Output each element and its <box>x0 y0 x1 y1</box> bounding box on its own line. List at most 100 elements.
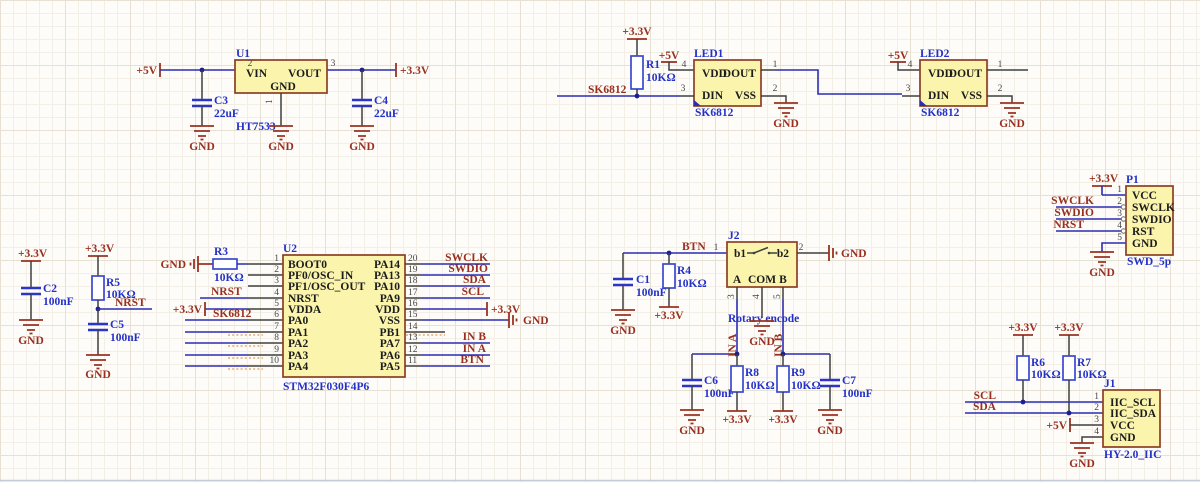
capacitor-symbol[interactable] <box>192 100 212 106</box>
power-port-3v3-u1[interactable]: +3.3V <box>396 63 430 77</box>
designator: J1 <box>1104 378 1116 390</box>
capacitor-c5[interactable]: C5 100nF <box>88 309 141 355</box>
gnd-symbol-c1[interactable]: GND <box>610 310 636 337</box>
gnd-symbol-led1[interactable]: GND <box>773 103 799 130</box>
net-label-btn: BTN <box>460 354 484 366</box>
power-port-3v3-u2vdd[interactable]: +3.3V <box>487 302 521 316</box>
wire-dout-to-din[interactable] <box>776 70 902 94</box>
gnd-label: GND <box>18 335 44 347</box>
pin-name-b: B <box>779 274 787 286</box>
mcu-u2[interactable]: U2 STM32F030F4P6 1 2 3 4 5 6 7 8 9 10 BO… <box>270 243 418 393</box>
pin-name: SWCLK <box>1132 202 1175 214</box>
power-label: +3.3V <box>173 304 203 316</box>
resistor-symbol[interactable] <box>213 259 237 269</box>
gnd-symbol-led2[interactable]: GND <box>999 103 1025 130</box>
capacitor-c2[interactable]: C2 100nF <box>21 261 74 320</box>
resistor-symbol[interactable] <box>777 366 789 392</box>
gnd-bars <box>1070 443 1094 457</box>
pin-number: 5 <box>1117 233 1122 243</box>
net-label-nrst: NRST <box>115 297 146 309</box>
gnd-symbol-c7[interactable]: GND <box>817 410 843 437</box>
net-label-btn: BTN <box>682 241 706 253</box>
pin-name: VCC <box>1110 420 1135 432</box>
designator: C6 <box>704 375 718 387</box>
power-port-5v-led1[interactable]: +5V <box>659 50 694 70</box>
capacitor-c7[interactable]: C7 100nF <box>820 354 873 410</box>
pin-number: 11 <box>408 356 417 366</box>
power-port-3v3-r7[interactable]: +3.3V <box>1054 322 1084 335</box>
power-port-5v-u1[interactable]: +5V <box>136 63 160 77</box>
connector-j1[interactable]: J1 1 2 3 4 IIC_SCL IIC_SDA VCC GND HY-2.… <box>1094 378 1161 461</box>
capacitor-symbol[interactable] <box>88 324 108 330</box>
gnd-symbol-j2com[interactable]: GND <box>749 321 775 348</box>
power-port-3v3-u2vdda[interactable]: +3.3V <box>173 302 205 316</box>
gnd-symbol-p1[interactable]: GND <box>1089 252 1115 279</box>
resistor-symbol[interactable] <box>663 264 675 288</box>
power-port-3v3-r9[interactable]: +3.3V <box>768 411 798 426</box>
power-label: +3.3V <box>1089 173 1119 185</box>
encoder-j2[interactable]: J2 1 2 b1 b2 A COM B 3 4 5 Rotary encode <box>714 230 804 325</box>
value: 22uF <box>374 108 399 120</box>
gnd-symbol-c2[interactable]: GND <box>18 320 44 347</box>
led2-sk6812[interactable]: LED2 VDD DOUT DIN VSS 4 3 1 2 SK6812 <box>906 48 1003 119</box>
resistor-symbol[interactable] <box>1017 356 1029 380</box>
regulator-u1[interactable]: U1 VIN VOUT GND 2 3 1 HT7533 <box>235 48 336 133</box>
capacitor-c4[interactable]: C4 22uF <box>352 70 399 126</box>
led1-sk6812[interactable]: LED1 VDD DOUT DIN VSS 4 3 1 2 SK6812 <box>681 48 778 119</box>
gnd-symbol-j2[interactable]: GND <box>829 245 867 261</box>
power-port-3v3-r8[interactable]: +3.3V <box>722 411 752 426</box>
gnd-label: GND <box>189 141 215 153</box>
pin-dot <box>1121 205 1125 209</box>
pin-dot <box>1121 229 1125 233</box>
capacitor-c6[interactable]: C6 100nF <box>682 354 735 410</box>
value: 100nF <box>110 332 141 344</box>
gnd-label: GND <box>610 325 636 337</box>
power-port-3v3-r1[interactable]: +3.3V <box>622 26 652 39</box>
capacitor-c1[interactable]: C1 100nF <box>613 253 667 310</box>
pin-name-din: DIN <box>702 90 724 102</box>
gnd-symbol-c5[interactable]: GND <box>85 355 111 381</box>
pin-number: 4 <box>752 294 762 299</box>
capacitor-symbol[interactable] <box>21 288 41 294</box>
connector-p1[interactable]: P1 1 2 3 4 5 VCC SWCLK SWDIO RST GND SWD… <box>1117 174 1175 268</box>
resistor-symbol[interactable] <box>731 366 743 392</box>
gnd-symbol-c3[interactable]: GND <box>189 126 215 153</box>
power-port-3v3-r6[interactable]: +3.3V <box>1008 322 1038 335</box>
designator: U2 <box>283 243 297 255</box>
wire[interactable] <box>1102 243 1126 252</box>
capacitor-symbol[interactable] <box>352 100 372 106</box>
pin-number: 4 <box>274 288 279 298</box>
power-port-3v3-r4[interactable]: +3.3V <box>654 307 684 322</box>
resistor-symbol[interactable] <box>1063 356 1075 380</box>
pin-number: 13 <box>408 333 418 343</box>
pin-number: 20 <box>408 254 418 264</box>
capacitor-symbol[interactable] <box>820 380 840 386</box>
capacitor-symbol[interactable] <box>682 380 702 386</box>
resistor-r3[interactable]: R3 10KΩ <box>213 246 244 284</box>
part-name: SK6812 <box>921 107 960 119</box>
resistor-r8[interactable]: R8 10KΩ <box>731 354 775 411</box>
pin-number: 1 <box>1117 185 1122 195</box>
gnd-symbol-r3[interactable]: GND <box>160 256 213 272</box>
resistor-r9[interactable]: R9 10KΩ <box>777 354 821 411</box>
resistor-symbol[interactable] <box>631 56 643 89</box>
pin-number: 15 <box>408 310 418 320</box>
gnd-symbol-c6[interactable]: GND <box>679 410 705 437</box>
schematic-canvas[interactable]: +5V U1 VIN VOUT GND 2 3 1 HT7533 +3.3V C… <box>0 0 1200 482</box>
power-port-3v3-p1[interactable]: +3.3V <box>1089 173 1119 186</box>
pin-name-dout: DOUT <box>949 68 983 80</box>
capacitor-symbol[interactable] <box>613 279 633 285</box>
resistor-r6[interactable]: R6 10KΩ <box>1017 335 1061 402</box>
resistor-r4[interactable]: R4 10KΩ <box>663 253 707 307</box>
resistor-symbol[interactable] <box>92 276 104 300</box>
power-port-3v3-r5[interactable]: +3.3V <box>85 243 115 256</box>
pin-name-vin: VIN <box>246 68 268 80</box>
gnd-symbol-j1[interactable]: GND <box>1069 443 1095 470</box>
pin-number: 1 <box>1094 392 1099 402</box>
power-port-3v3-c2[interactable]: +3.3V <box>18 248 48 261</box>
designator: R7 <box>1077 357 1091 369</box>
gnd-symbol-c4[interactable]: GND <box>349 126 375 153</box>
gnd-label: GND <box>749 336 775 348</box>
power-port-5v-led2[interactable]: +5V <box>888 50 920 70</box>
capacitor-c3[interactable]: C3 22uF <box>192 70 239 126</box>
